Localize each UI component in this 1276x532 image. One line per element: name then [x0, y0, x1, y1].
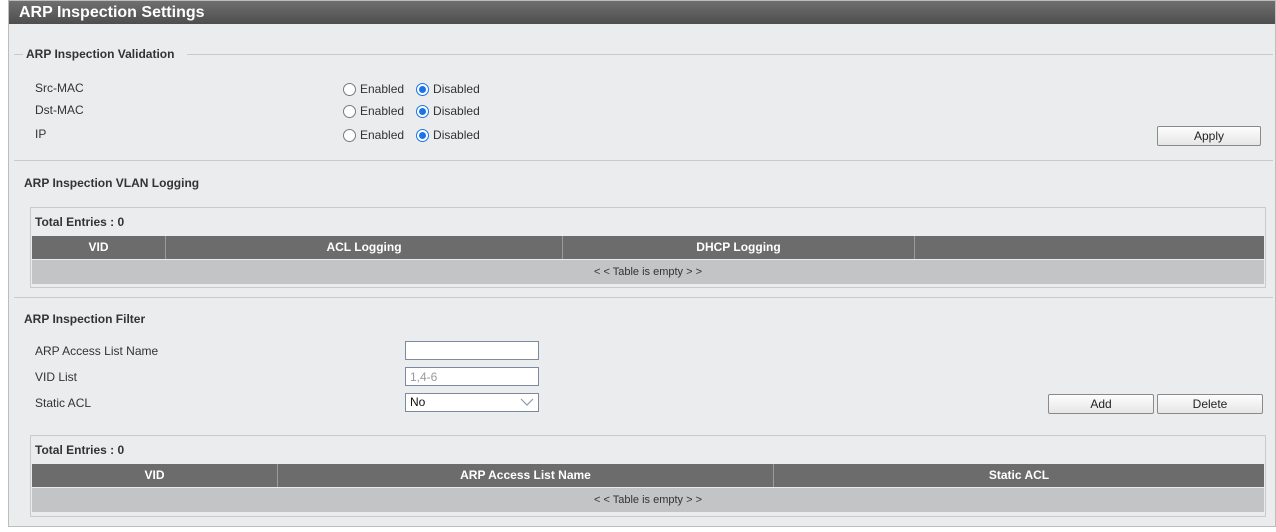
column-header-dhcp-logging: DHCP Logging	[563, 236, 915, 259]
page-title: ARP Inspection Settings	[9, 1, 1275, 24]
src-mac-label: Src-MAC	[35, 81, 84, 95]
ip-enabled-label: Enabled	[360, 128, 405, 142]
filter-empty-row: < < Table is empty > >	[32, 488, 1264, 512]
add-button[interactable]: Add	[1048, 394, 1154, 414]
vlan-logging-empty-row: < < Table is empty > >	[32, 260, 1264, 284]
ip-radio-group: Enabled Disabled	[343, 128, 492, 142]
acl-name-label: ARP Access List Name	[35, 344, 159, 358]
arp-inspection-settings-panel: ARP Inspection Settings ARP Inspection V…	[8, 0, 1276, 527]
vlan-logging-table-header: VID ACL Logging DHCP Logging	[32, 236, 1264, 259]
column-header-acl-logging: ACL Logging	[166, 236, 563, 259]
src-mac-enabled-radio[interactable]	[343, 82, 356, 96]
filter-total-entries: Total Entries : 0	[35, 443, 125, 457]
dst-mac-disabled-radio[interactable]	[416, 104, 430, 118]
ip-label: IP	[35, 127, 47, 141]
filter-table: Total Entries : 0 VID ARP Access List Na…	[30, 435, 1266, 517]
column-header-arp-access-list-name: ARP Access List Name	[278, 464, 774, 487]
column-header-vid: VID	[32, 464, 278, 487]
filter-heading: ARP Inspection Filter	[24, 312, 146, 326]
static-acl-label: Static ACL	[35, 396, 92, 410]
apply-button[interactable]: Apply	[1157, 126, 1261, 146]
static-acl-select[interactable]: No	[405, 393, 539, 412]
dst-mac-enabled-radio[interactable]	[343, 104, 356, 118]
column-header-blank	[915, 236, 1264, 259]
validation-heading: ARP Inspection Validation	[26, 47, 175, 61]
dst-mac-disabled-label: Disabled	[433, 104, 480, 118]
acl-name-input[interactable]	[405, 341, 539, 360]
src-mac-enabled-label: Enabled	[360, 82, 405, 96]
filter-table-header: VID ARP Access List Name Static ACL	[32, 464, 1264, 487]
src-mac-disabled-label: Disabled	[433, 82, 480, 96]
vid-list-input[interactable]	[405, 367, 539, 386]
column-header-vid: VID	[32, 236, 166, 259]
column-header-static-acl: Static ACL	[988, 468, 1050, 482]
dst-mac-label: Dst-MAC	[35, 103, 84, 117]
delete-button[interactable]: Delete	[1157, 394, 1263, 414]
vlan-logging-table: Total Entries : 0 VID ACL Logging DHCP L…	[30, 207, 1266, 288]
src-mac-disabled-radio[interactable]	[416, 82, 430, 96]
ip-disabled-radio[interactable]	[416, 128, 430, 142]
vlan-logging-heading: ARP Inspection VLAN Logging	[24, 176, 200, 190]
ip-enabled-radio[interactable]	[343, 128, 356, 142]
dst-mac-enabled-label: Enabled	[360, 104, 405, 118]
dst-mac-radio-group: Enabled Disabled	[343, 104, 492, 118]
chevron-down-icon	[520, 398, 534, 406]
ip-disabled-label: Disabled	[433, 128, 480, 142]
static-acl-selected-value: No	[410, 395, 426, 409]
src-mac-radio-group: Enabled Disabled	[343, 82, 492, 96]
vid-list-label: VID List	[35, 370, 78, 384]
vlan-logging-total-entries: Total Entries : 0	[35, 215, 125, 229]
